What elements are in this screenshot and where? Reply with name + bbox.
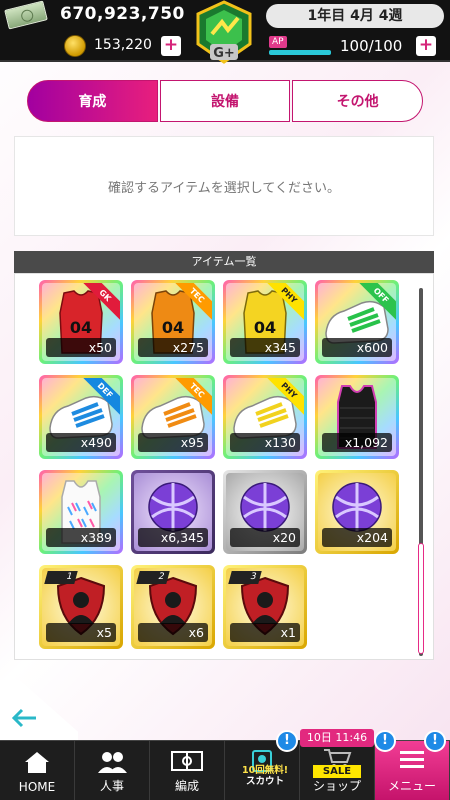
home-icon	[25, 752, 49, 773]
scout-notification-badge: !	[276, 730, 298, 752]
item-count: x204	[322, 528, 392, 547]
item-count: x490	[46, 433, 116, 452]
list-scrollbar[interactable]	[418, 288, 424, 656]
ap-value: 100/100	[340, 37, 403, 55]
nav-personnel[interactable]: 人事	[75, 741, 150, 800]
nav-formation-label: 編成	[174, 779, 199, 793]
item-silver-ball[interactable]: x20	[223, 470, 307, 554]
item-list-header: アイテム一覧	[14, 251, 434, 273]
nav-home-label: HOME	[18, 780, 56, 794]
item-count: x50	[46, 338, 116, 357]
grade-badge: 2	[136, 571, 170, 584]
scout-free-label: 10回無料!	[241, 765, 289, 776]
shop-timer: 10日 11:46	[300, 729, 374, 747]
item-count: x5	[46, 623, 116, 642]
item-detail-panel: 確認するアイテムを選択してください。	[14, 136, 434, 236]
item-red-jersey[interactable]: 04 GK x50	[39, 280, 123, 364]
tab-training[interactable]: 育成	[27, 80, 158, 122]
item-yellow-cleats[interactable]: PHY x130	[223, 375, 307, 459]
nav-home[interactable]: HOME	[0, 741, 75, 800]
people-icon	[98, 752, 127, 773]
item-count: x6,345	[138, 528, 208, 547]
add-ap-button[interactable]: +	[416, 36, 436, 56]
money-icon	[4, 0, 48, 30]
item-orange-cleats[interactable]: TEC x95	[131, 375, 215, 459]
grade-badge: 1	[44, 571, 78, 584]
item-gold-ball[interactable]: x204	[315, 470, 399, 554]
item-yellow-jersey[interactable]: 04 PHY x345	[223, 280, 307, 364]
item-purple-ball[interactable]: x6,345	[131, 470, 215, 554]
nav-menu-label: メニュー	[387, 779, 436, 793]
item-count: x389	[46, 528, 116, 547]
scout-label: 10回無料! スカウト	[230, 765, 300, 787]
field-icon	[171, 751, 203, 771]
svg-text:04: 04	[162, 318, 184, 337]
item-count: x600	[322, 338, 392, 357]
grade-badge: 3	[228, 571, 262, 584]
item-list-panel: 04 GK x50 04 TEC x275 04 PHY x345 OFF x6…	[14, 273, 434, 660]
game-date: 1年目 4月 4週	[266, 4, 444, 28]
scrollbar-thumb[interactable]	[418, 543, 424, 654]
item-count: x20	[230, 528, 300, 547]
money-value: 670,923,750	[60, 4, 185, 24]
shop-notification-badge: !	[374, 730, 396, 752]
top-status-bar: 670,923,750 153,220 + G+ 1年目 4月 4週 AP 10…	[0, 0, 450, 64]
coin-value: 153,220	[94, 37, 152, 53]
ap-label: AP	[269, 36, 287, 48]
menu-icon	[400, 751, 424, 768]
item-count: x275	[138, 338, 208, 357]
svg-text:04: 04	[254, 318, 276, 337]
item-rainbow-vest[interactable]: x389	[39, 470, 123, 554]
menu-notification-badge: !	[424, 730, 446, 752]
item-black-vest[interactable]: x1,092	[315, 375, 399, 459]
coin-icon	[64, 35, 86, 57]
svg-text:04: 04	[70, 318, 92, 337]
item-count: x1,092	[322, 433, 392, 452]
item-green-cleats[interactable]: OFF x600	[315, 280, 399, 364]
item-count: x130	[230, 433, 300, 452]
nav-shop-label: ショップ	[312, 779, 361, 793]
item-orange-jersey[interactable]: 04 TEC x275	[131, 280, 215, 364]
club-logo-icon: G+	[196, 0, 252, 64]
nav-formation[interactable]: 編成	[150, 741, 225, 800]
category-tabs: 育成 設備 その他	[27, 80, 424, 122]
nav-personnel-label: 人事	[99, 779, 124, 793]
item-count: x1	[230, 623, 300, 642]
item-count: x95	[138, 433, 208, 452]
item-shield-3[interactable]: 3 x1	[223, 565, 307, 649]
item-blue-cleats[interactable]: DEF x490	[39, 375, 123, 459]
sale-badge: SALE	[313, 765, 361, 778]
back-arrow-icon	[11, 708, 36, 728]
tab-equipment[interactable]: 設備	[159, 80, 291, 122]
item-count: x6	[138, 623, 208, 642]
item-shield-1[interactable]: 1 x5	[39, 565, 123, 649]
add-coins-button[interactable]: +	[161, 36, 181, 56]
ap-gauge	[269, 50, 331, 55]
logo-rank-text: G+	[213, 46, 235, 61]
select-item-message: 確認するアイテムを選択してください。	[108, 180, 340, 196]
tab-other[interactable]: その他	[292, 80, 424, 122]
scout-label-text: スカウト	[245, 776, 284, 787]
item-shield-2[interactable]: 2 x6	[131, 565, 215, 649]
item-count: x345	[230, 338, 300, 357]
